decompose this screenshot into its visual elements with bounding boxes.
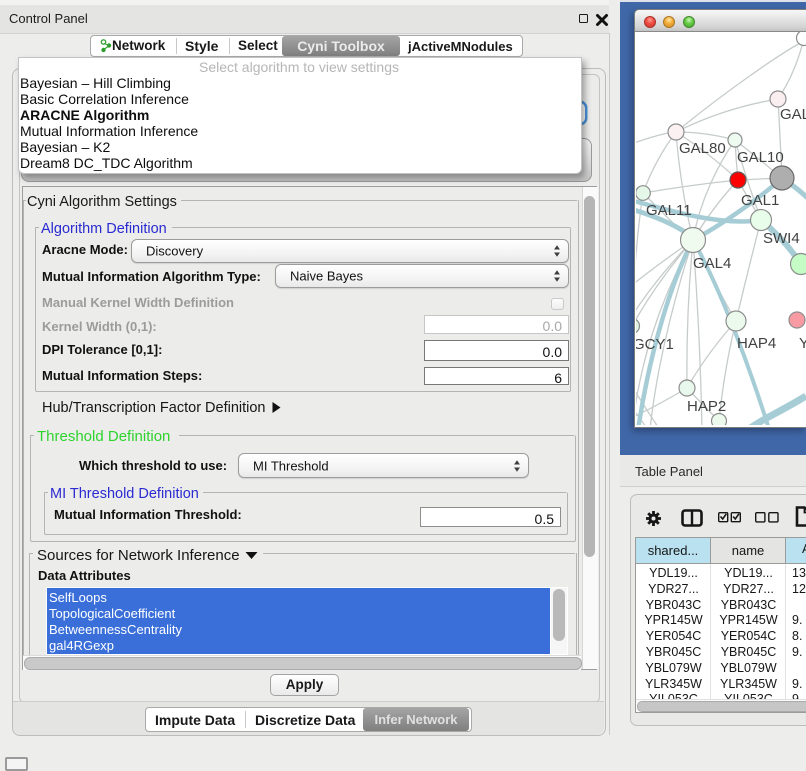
svg-text:HAP4: HAP4 bbox=[737, 335, 776, 352]
svg-text:GAL10: GAL10 bbox=[737, 149, 784, 166]
svg-text:GAL4: GAL4 bbox=[693, 255, 731, 272]
svg-text:GAL1: GAL1 bbox=[741, 192, 779, 209]
svg-text:SWI4: SWI4 bbox=[763, 230, 800, 247]
svg-text:YM: YM bbox=[799, 335, 806, 352]
svg-text:GAL2: GAL2 bbox=[780, 106, 806, 123]
svg-text:GAL80: GAL80 bbox=[679, 140, 726, 157]
svg-text:GAL11: GAL11 bbox=[646, 202, 692, 219]
svg-text:HAP2: HAP2 bbox=[687, 398, 726, 415]
svg-text:GCY1: GCY1 bbox=[636, 336, 674, 353]
